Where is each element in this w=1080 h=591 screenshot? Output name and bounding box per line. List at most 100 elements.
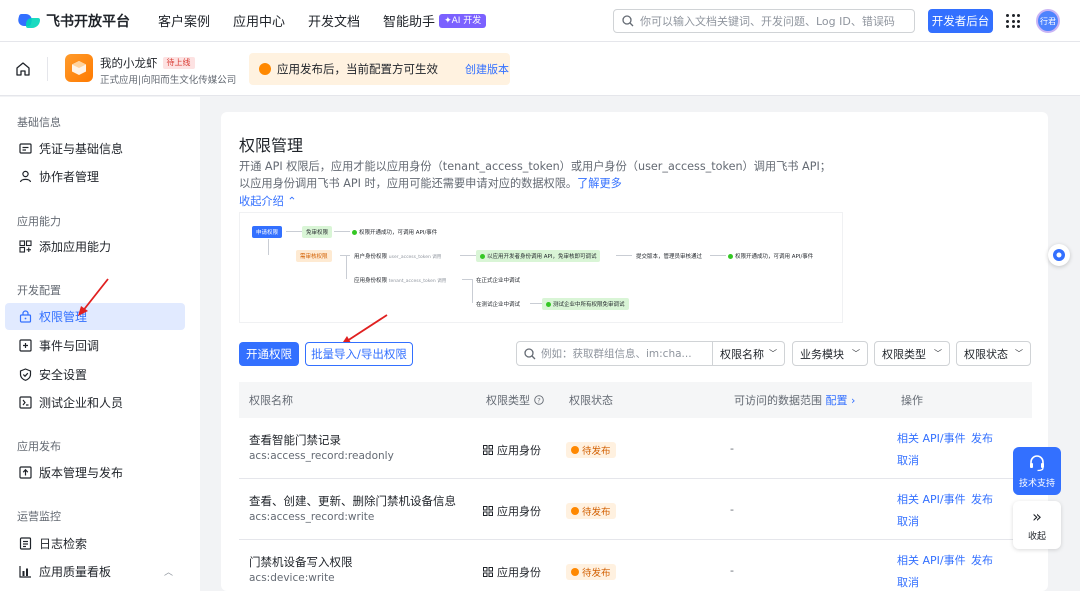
cancel-link[interactable]: 取消 bbox=[897, 513, 919, 529]
data-range-value: - bbox=[730, 503, 734, 516]
flow-connector bbox=[346, 255, 347, 279]
batch-import-export-button[interactable]: 批量导入/导出权限 bbox=[305, 342, 413, 366]
flow-apply: 申请权限 bbox=[252, 226, 283, 238]
status-text: 待发布 bbox=[582, 568, 611, 579]
permission-type-text: 应用身份 bbox=[497, 566, 541, 579]
nav-link-app-center[interactable]: 应用中心 bbox=[233, 11, 285, 30]
sidebar-item-events[interactable]: 事件与回调 bbox=[5, 332, 185, 359]
sidebar-item-quality[interactable]: 应用质量看板 ︿ bbox=[5, 558, 185, 585]
column-type-label: 权限类型 bbox=[486, 394, 530, 407]
permission-type-text: 应用身份 bbox=[497, 444, 541, 457]
flow-connector bbox=[462, 279, 472, 280]
collapse-label: 收起 bbox=[1027, 531, 1046, 542]
filter-by-name-select[interactable]: 权限名称 ﹀ bbox=[713, 341, 785, 366]
chat-bubble-icon bbox=[1053, 249, 1065, 261]
sidebar-item-label: 应用质量看板 bbox=[39, 565, 112, 579]
nav-link-docs[interactable]: 开发文档 bbox=[308, 11, 360, 30]
flow-connector bbox=[710, 255, 726, 256]
sidebar-item-label: 日志检索 bbox=[39, 537, 88, 551]
create-version-link[interactable]: 创建版本 bbox=[465, 61, 509, 77]
logo[interactable]: 飞书开放平台 bbox=[16, 11, 130, 31]
sidebar-item-security[interactable]: 安全设置 bbox=[5, 361, 185, 388]
permission-type: 应用身份 bbox=[483, 564, 541, 580]
sidebar-item-versions[interactable]: 版本管理与发布 bbox=[5, 459, 185, 486]
table-row: 查看、创建、更新、删除门禁机设备信息 acs:access_record:wri… bbox=[239, 479, 1032, 540]
sidebar: 基础信息 凭证与基础信息 协作者管理 应用能力 添加应用能力 开发配置 权限管理… bbox=[0, 97, 200, 591]
app-subtitle: 正式应用|向阳而生文化传媒公司 bbox=[100, 75, 237, 86]
related-api-link[interactable]: 相关 API/事件 bbox=[897, 491, 966, 507]
flow-review: 需审核权限 bbox=[296, 250, 332, 262]
nav-link-assistant-label: 智能助手 bbox=[383, 15, 436, 30]
chevron-down-icon: ﹀ bbox=[852, 349, 860, 358]
sidebar-group-basic: 基础信息 bbox=[17, 116, 61, 129]
collapse-intro-link[interactable]: 收起介绍 ⌃ bbox=[239, 193, 297, 209]
flow-connector bbox=[530, 303, 542, 304]
flow-user-identity: 用户身份权限 user_access_token 调用 bbox=[354, 252, 441, 260]
flow-final-result-text: 权限开通成功，可调用 API/事件 bbox=[735, 254, 814, 260]
home-icon[interactable] bbox=[15, 62, 31, 76]
svg-text:?: ? bbox=[537, 397, 540, 405]
chevron-up-icon[interactable]: ︿ bbox=[164, 565, 173, 578]
annotation-arrow-icon bbox=[341, 314, 388, 345]
double-chevron-right-icon: » bbox=[1032, 506, 1042, 526]
permission-name: 门禁机设备写入权限 bbox=[249, 555, 353, 569]
help-icon[interactable]: ? bbox=[533, 395, 544, 405]
sidebar-item-logs[interactable]: 日志检索 bbox=[5, 530, 185, 557]
app-name: 我的小龙虾 待上线 bbox=[100, 55, 195, 71]
column-data-range: 可访问的数据范围 配置 › bbox=[734, 392, 855, 408]
permission-search-input[interactable] bbox=[541, 347, 706, 360]
publish-link[interactable]: 发布 bbox=[971, 430, 993, 446]
pending-icon bbox=[571, 568, 579, 576]
flow-user-identity-text: 用户身份权限 bbox=[354, 254, 388, 260]
tech-support-label: 技术支持 bbox=[1018, 478, 1055, 489]
app-name-text: 我的小龙虾 bbox=[100, 56, 158, 70]
top-search-input[interactable] bbox=[640, 14, 910, 28]
publish-notice: 应用发布后，当前配置方可生效 创建版本 bbox=[249, 53, 510, 85]
nav-link-cases[interactable]: 客户案例 bbox=[158, 11, 210, 30]
column-status: 权限状态 bbox=[569, 394, 613, 407]
sidebar-item-credentials[interactable]: 凭证与基础信息 bbox=[5, 135, 185, 162]
apps-grid-icon[interactable] bbox=[1006, 14, 1020, 28]
permission-search-box[interactable] bbox=[516, 341, 713, 366]
avatar[interactable]: 行君 bbox=[1036, 9, 1060, 33]
permission-flow-diagram: 申请权限 免审权限 权限开通成功，可调用 API/事件 需审核权限 用户身份权限… bbox=[239, 212, 843, 323]
status-badge: 待发布 bbox=[566, 564, 616, 580]
publish-link[interactable]: 发布 bbox=[971, 552, 993, 568]
sidebar-item-label: 事件与回调 bbox=[39, 339, 100, 353]
filter-status-select[interactable]: 权限状态 ﹀ bbox=[956, 341, 1031, 366]
open-permission-button[interactable]: 开通权限 bbox=[239, 342, 299, 366]
tech-support-button[interactable]: 技术支持 bbox=[1013, 447, 1061, 495]
flow-user-token: user_access_token 调用 bbox=[388, 255, 442, 260]
configure-link-text: 配置 bbox=[825, 394, 848, 407]
sidebar-item-collaborators[interactable]: 协作者管理 bbox=[5, 163, 185, 190]
data-range-value: - bbox=[730, 564, 734, 577]
cancel-link[interactable]: 取消 bbox=[897, 574, 919, 590]
top-search-box[interactable] bbox=[613, 9, 915, 33]
app-grid-icon bbox=[483, 567, 493, 577]
sidebar-group-release: 应用发布 bbox=[17, 440, 61, 453]
table-header: 权限名称 权限类型 ? 权限状态 可访问的数据范围 配置 › 操作 bbox=[239, 382, 1032, 418]
collapse-panel-button[interactable]: » 收起 bbox=[1013, 501, 1061, 549]
filter-type-select[interactable]: 权限类型 ﹀ bbox=[874, 341, 950, 366]
shield-icon bbox=[19, 368, 32, 381]
assistant-float-button[interactable] bbox=[1048, 244, 1070, 266]
divider bbox=[47, 57, 48, 81]
headset-icon bbox=[1030, 454, 1044, 471]
developer-console-button[interactable]: 开发者后台 bbox=[928, 9, 993, 33]
table-row: 门禁机设备写入权限 acs:device:write 应用身份 待发布 - 相关… bbox=[239, 540, 1032, 591]
publish-link[interactable]: 发布 bbox=[971, 491, 993, 507]
sidebar-item-add-capability[interactable]: 添加应用能力 bbox=[5, 233, 185, 260]
filter-module-select[interactable]: 业务模块 ﹀ bbox=[792, 341, 868, 366]
chart-icon bbox=[19, 566, 31, 578]
related-api-link[interactable]: 相关 API/事件 bbox=[897, 430, 966, 446]
annotation-arrow-icon bbox=[78, 278, 109, 316]
nav-link-assistant[interactable]: 智能助手 ✦AI 开发 bbox=[383, 11, 487, 30]
flow-test-result-text: 测试企业中所有权限免审调试 bbox=[553, 302, 625, 308]
configure-link[interactable]: 配置 › bbox=[826, 394, 856, 407]
cancel-link[interactable]: 取消 bbox=[897, 452, 919, 468]
related-api-link[interactable]: 相关 API/事件 bbox=[897, 552, 966, 568]
learn-more-link[interactable]: 了解更多 bbox=[577, 177, 622, 190]
feishu-logo-icon bbox=[16, 12, 40, 30]
permission-type-text: 应用身份 bbox=[497, 505, 541, 518]
sidebar-item-test-org[interactable]: 测试企业和人员 bbox=[5, 389, 185, 416]
